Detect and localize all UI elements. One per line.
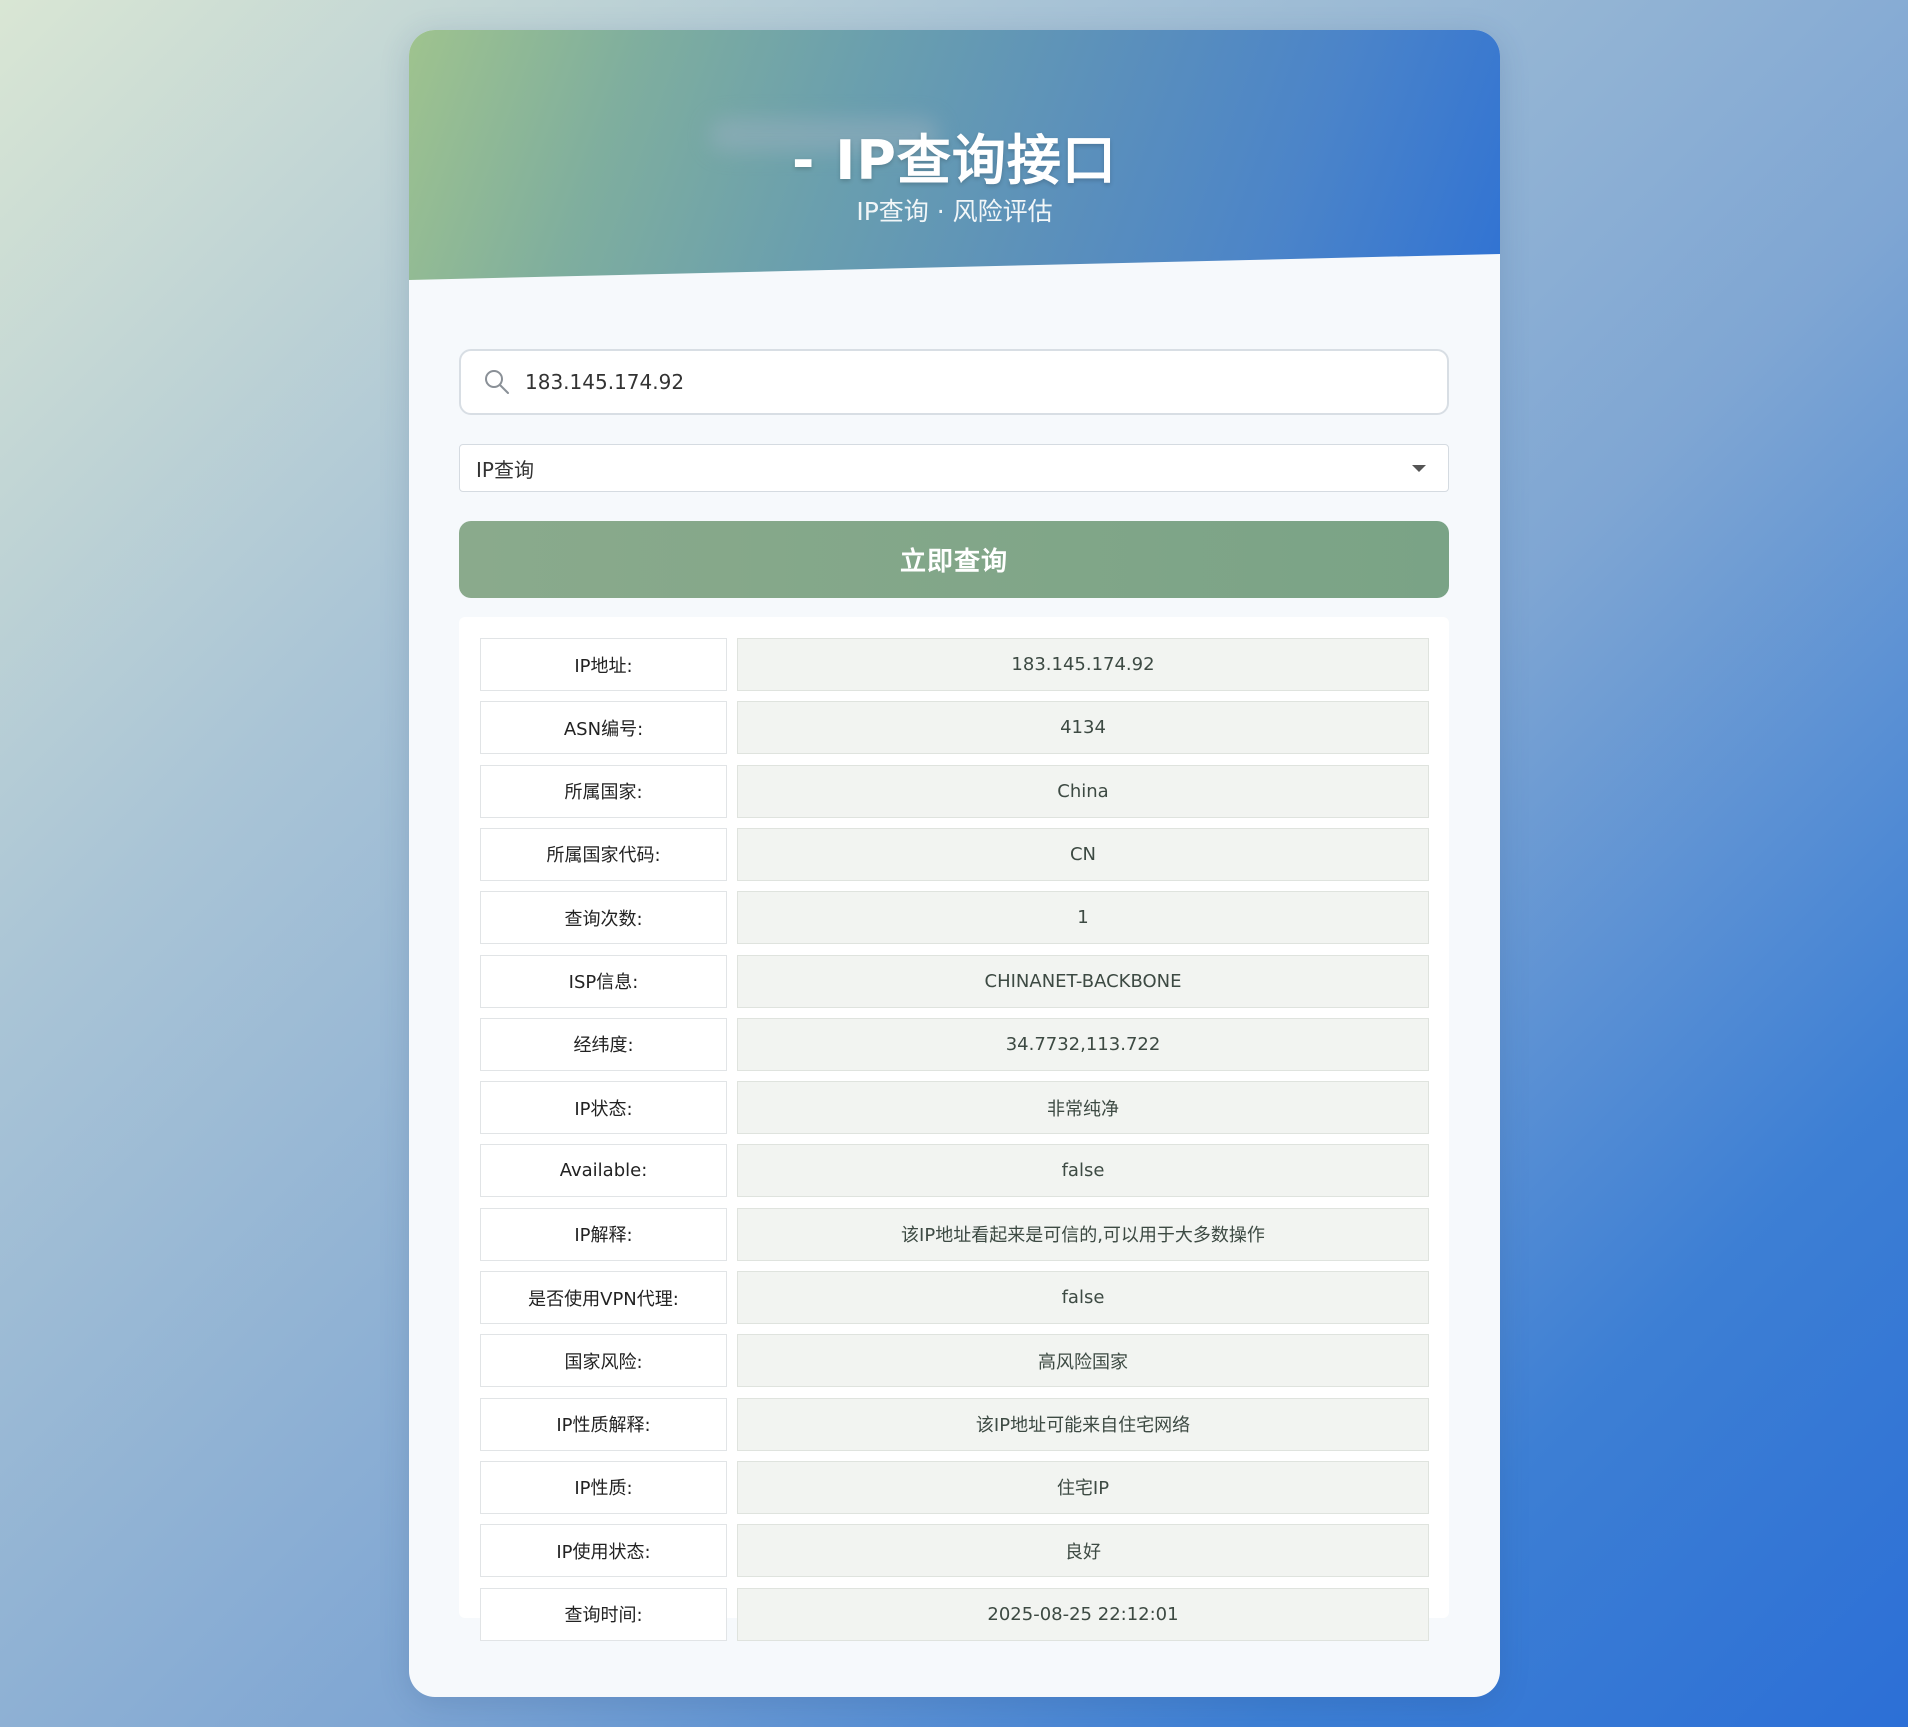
search-box[interactable] — [459, 349, 1449, 415]
row-value: 183.145.174.92 — [737, 638, 1429, 691]
table-row: 查询次数: 1 — [480, 891, 1429, 945]
query-card: - IP查询接口 IP查询 · 风险评估 IP查询 立即查询 IP地址:183.… — [409, 30, 1500, 1697]
row-value: 2025-08-25 22:12:01 — [737, 1587, 1429, 1641]
table-row: IP性质解释: 该IP地址可能来自住宅网络 — [480, 1397, 1429, 1451]
row-value: 非常纯净 — [737, 1081, 1429, 1135]
table-row: 国家风险: 高风险国家 — [480, 1334, 1429, 1388]
table-row: Available: false — [480, 1144, 1429, 1198]
row-value: 住宅IP — [737, 1460, 1429, 1514]
results-table: IP地址: 183.145.174.92 ASN编号: 4134 所属国家: China 所… — [459, 617, 1449, 1641]
page-subtitle: IP查询 · 风险评估 — [856, 197, 1053, 226]
row-value: false — [737, 1271, 1429, 1324]
table-row: IP状态: 非常纯净 — [480, 1081, 1429, 1135]
table-row: IP解释: 该IP地址看起来是可信的,可以用于大多数操作 — [480, 1207, 1429, 1261]
row-label: Available: — [480, 1144, 727, 1198]
row-value: 34.7732,113.722 — [737, 1017, 1429, 1071]
row-label: 所属国家代码: — [480, 827, 727, 881]
chevron-down-icon — [1412, 464, 1426, 472]
row-value: 4134 — [737, 701, 1429, 755]
page-title: - IP查询接口 — [792, 129, 1117, 192]
query-type-select[interactable]: IP查询 — [459, 444, 1449, 492]
row-label: IP性质解释: — [480, 1397, 727, 1451]
table-row: 所属国家代码: CN — [480, 827, 1429, 881]
table-row: ISP信息: CHINANET-BACKBONE — [480, 954, 1429, 1008]
row-label: 国家风险: — [480, 1334, 727, 1388]
row-label: ASN编号: — [480, 701, 727, 755]
row-value: CHINANET-BACKBONE — [737, 954, 1429, 1008]
row-label: IP性质: — [480, 1460, 727, 1514]
table-row: 是否使用VPN代理: false — [480, 1271, 1429, 1324]
row-value: 该IP地址可能来自住宅网络 — [737, 1397, 1429, 1451]
row-label: 查询次数: — [480, 891, 727, 945]
query-type-selected: IP查询 — [476, 457, 534, 482]
table-row: 查询时间: 2025-08-25 22:12:01 — [480, 1587, 1429, 1641]
row-value: false — [737, 1144, 1429, 1198]
table-row: 所属国家: China — [480, 764, 1429, 818]
row-label: IP使用状态: — [480, 1524, 727, 1578]
table-row: IP使用状态: 良好 — [480, 1524, 1429, 1578]
row-value: China — [737, 764, 1429, 818]
ip-input[interactable] — [525, 370, 1425, 394]
row-label: 是否使用VPN代理: — [480, 1271, 727, 1324]
row-label: IP解释: — [480, 1207, 727, 1261]
search-icon — [483, 368, 511, 396]
table-row: 经纬度: 34.7732,113.722 — [480, 1017, 1429, 1071]
row-value: 1 — [737, 891, 1429, 945]
row-label: IP状态: — [480, 1081, 727, 1135]
table-row: ASN编号: 4134 — [480, 701, 1429, 755]
table-row: IP性质: 住宅IP — [480, 1460, 1429, 1514]
row-label: ISP信息: — [480, 954, 727, 1008]
row-label: 所属国家: — [480, 764, 727, 818]
row-label: IP地址: — [480, 638, 727, 691]
row-value: 该IP地址看起来是可信的,可以用于大多数操作 — [737, 1207, 1429, 1261]
row-label: 查询时间: — [480, 1587, 727, 1641]
row-label: 经纬度: — [480, 1017, 727, 1071]
query-button[interactable]: 立即查询 — [459, 521, 1449, 598]
table-row: IP地址: 183.145.174.92 — [480, 638, 1429, 691]
row-value: CN — [737, 827, 1429, 881]
row-value: 高风险国家 — [737, 1334, 1429, 1388]
row-value: 良好 — [737, 1524, 1429, 1578]
